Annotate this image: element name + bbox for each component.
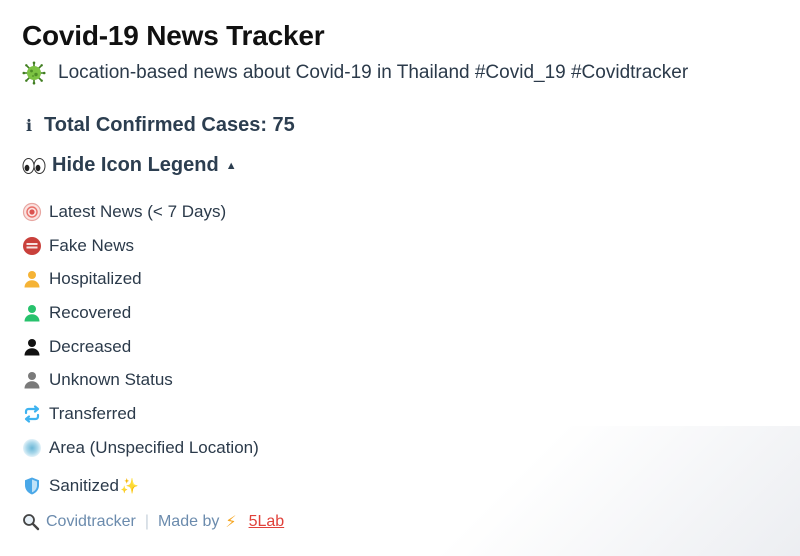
legend-item-area: Area (Unspecified Location) (22, 431, 259, 465)
page: Covid-19 News Tracker Location-based new… (0, 0, 800, 556)
made-by-label: Made by (157, 513, 220, 530)
caret-up-icon: ▲ (225, 159, 237, 172)
latest-news-icon (22, 202, 42, 222)
5lab-link[interactable]: 5Lab (249, 513, 285, 531)
legend-item-sanitized: Sanitized ✨ (22, 470, 259, 504)
legend-item-fake-news: Fake News (22, 229, 259, 263)
info-icon: ℹ (25, 117, 33, 135)
legend-item-hospitalized: Hospitalized (22, 262, 259, 296)
virus-icon (22, 61, 46, 85)
legend-toggle-label: Hide Icon Legend (52, 154, 219, 176)
legend-item-transferred: Transferred (22, 397, 259, 431)
subtitle-text: Location-based news about Covid-19 in Th… (58, 62, 689, 83)
transfer-icon (22, 404, 42, 424)
person-green-icon (22, 303, 42, 323)
legend-item-decreased: Decreased (22, 330, 259, 364)
shield-icon (22, 476, 42, 496)
total-cases: ℹ Total Confirmed Cases: 75 (22, 114, 295, 137)
legend-item-unknown-status: Unknown Status (22, 363, 259, 397)
total-cases-label: Total Confirmed Cases: 75 (44, 114, 295, 136)
divider: | (144, 513, 149, 530)
subtitle: Location-based news about Covid-19 in Th… (22, 61, 688, 85)
page-title: Covid-19 News Tracker (22, 20, 325, 51)
eyes-icon (22, 157, 46, 174)
legend-item-recovered: Recovered (22, 296, 259, 330)
person-black-icon (22, 337, 42, 357)
footer: Covidtracker | Made by ⚡ 5Lab (22, 512, 284, 532)
person-gray-icon (22, 370, 42, 390)
legend-item-latest-news: Latest News (< 7 Days) (22, 195, 259, 229)
covidtracker-link[interactable]: Covidtracker (46, 513, 136, 531)
person-orange-icon (22, 269, 42, 289)
lightning-icon: ⚡ (225, 514, 237, 531)
background-shade (320, 426, 800, 556)
hide-legend-toggle[interactable]: Hide Icon Legend ▲ (22, 154, 237, 177)
magnifier-icon (23, 514, 40, 531)
sparkles-icon: ✨ (119, 478, 139, 496)
icon-legend: Latest News (< 7 Days) Fake News Hospita… (22, 195, 259, 503)
fake-news-icon (22, 236, 42, 256)
area-icon (22, 438, 42, 458)
